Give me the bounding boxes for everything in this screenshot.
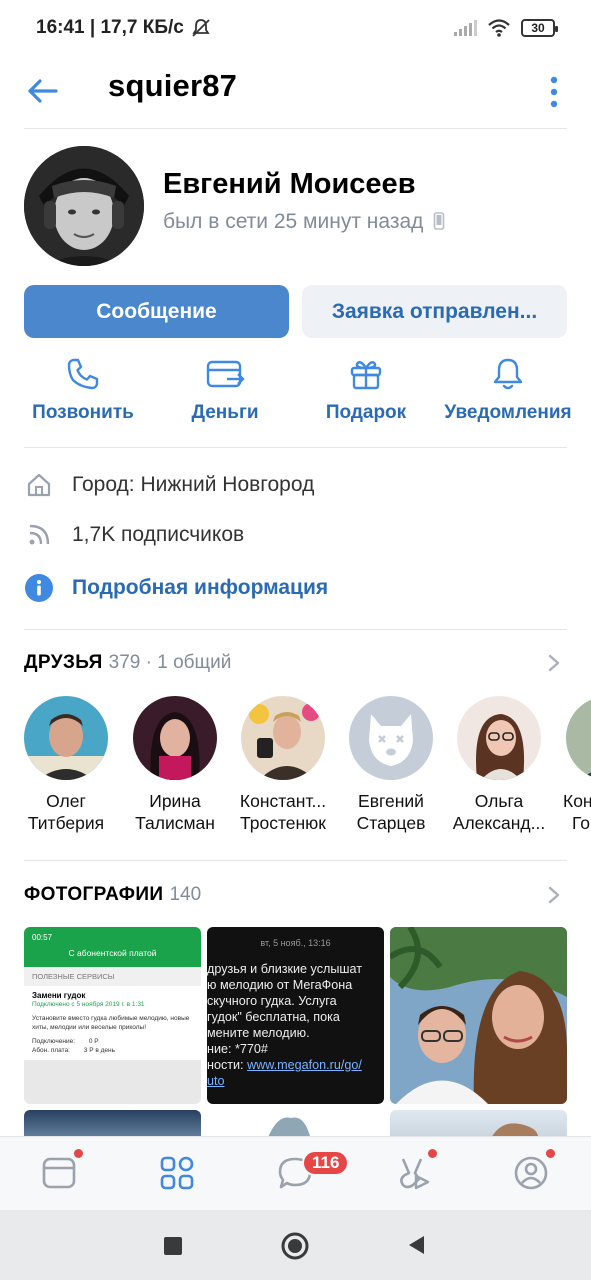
services-tab-icon[interactable] [159,1155,195,1191]
followers-text: 1,7K подписчиков [72,523,245,546]
divider [24,447,567,448]
photos-header[interactable]: ФОТОГРАФИИ 140 [24,884,201,906]
followers-row[interactable]: 1,7K подписчиков [24,520,244,550]
home-icon [27,473,51,497]
status-bar: 16:41 | 17,7 КБ/с 30 [0,0,591,56]
home-button[interactable] [281,1232,309,1260]
message-button[interactable]: Сообщение [24,285,289,338]
phone-icon [67,358,99,390]
signal-icon [454,20,477,36]
notifications-action[interactable]: Уведомления [438,356,578,424]
friend-avatar [566,696,591,780]
messages-badge: 116 [302,1150,350,1176]
wifi-icon [488,19,510,37]
friend-avatar [457,696,541,780]
status-time: 16:41 [36,17,85,38]
friend-item[interactable]: Ольга Александ... [444,696,554,834]
bottom-tab-bar [0,1136,591,1210]
divider [24,629,567,630]
details-row[interactable]: Подробная информация [24,573,328,603]
money-action[interactable]: Деньги [155,356,295,424]
friend-avatar [24,696,108,780]
friend-item[interactable]: Констант... Тростенюк [228,696,338,834]
friend-item[interactable]: Кон Го [552,696,591,834]
network-speed: 17,7 КБ/с [100,17,184,38]
top-bar: squier87 [0,56,591,128]
notification-dot [546,1149,555,1158]
details-link: Подробная информация [72,576,329,599]
mobile-icon [433,212,445,230]
system-nav-bar [0,1210,591,1280]
profile-avatar[interactable] [24,146,144,266]
friend-avatar [349,696,433,780]
more-vertical-icon[interactable] [543,72,565,112]
selfie-photo [390,927,567,1104]
back-button[interactable] [406,1234,426,1256]
friend-item[interactable]: Ирина Талисман [120,696,230,834]
back-arrow-icon[interactable] [26,74,60,108]
divider [24,128,567,129]
city-text: Город: Нижний Новгород [72,473,315,496]
bell-icon [493,358,523,390]
followers-icon [29,524,50,545]
friend-avatar [241,696,325,780]
chevron-right-icon[interactable] [546,885,562,905]
online-status: был в сети 25 минут назад [163,210,445,234]
photo-thumbnail[interactable] [390,927,567,1104]
profile-name: Евгений Моисеев [163,168,416,200]
money-icon [206,360,245,388]
friend-item[interactable]: Олег Титберия [11,696,121,834]
friends-header[interactable]: ДРУЗЬЯ 379 · 1 общий [24,652,231,674]
avatar-photo [24,146,144,266]
notification-dot [74,1149,83,1158]
photo-thumbnail[interactable]: 00:57 С абонентской платой ПОЛЕЗНЫЕ СЕРВ… [24,927,201,1104]
city-row: Город: Нижний Новгород [24,470,314,500]
recents-button[interactable] [164,1237,182,1255]
gift-icon [350,361,382,390]
gift-action[interactable]: Подарок [296,356,436,424]
page-title: squier87 [108,68,238,103]
photo-thumbnail[interactable]: вт, 5 нояб., 13:16 друзья и близкие услы… [207,927,384,1104]
clips-tab-icon[interactable] [395,1155,431,1191]
chevron-right-icon[interactable] [546,653,562,673]
profile-tab-icon[interactable] [513,1155,549,1191]
mute-icon [192,19,210,37]
friend-avatar [133,696,217,780]
news-tab-icon[interactable] [41,1155,77,1191]
profile-actions: Позвонить Деньги Подарок Уведомления [0,356,591,436]
call-action[interactable]: Позвонить [13,356,153,424]
friend-request-button[interactable]: Заявка отправлен... [302,285,567,338]
notification-dot [428,1149,437,1158]
info-icon [25,574,53,602]
divider [24,860,567,861]
battery-icon: 30 [521,19,558,37]
friend-item[interactable]: Евгений Старцев [336,696,446,834]
